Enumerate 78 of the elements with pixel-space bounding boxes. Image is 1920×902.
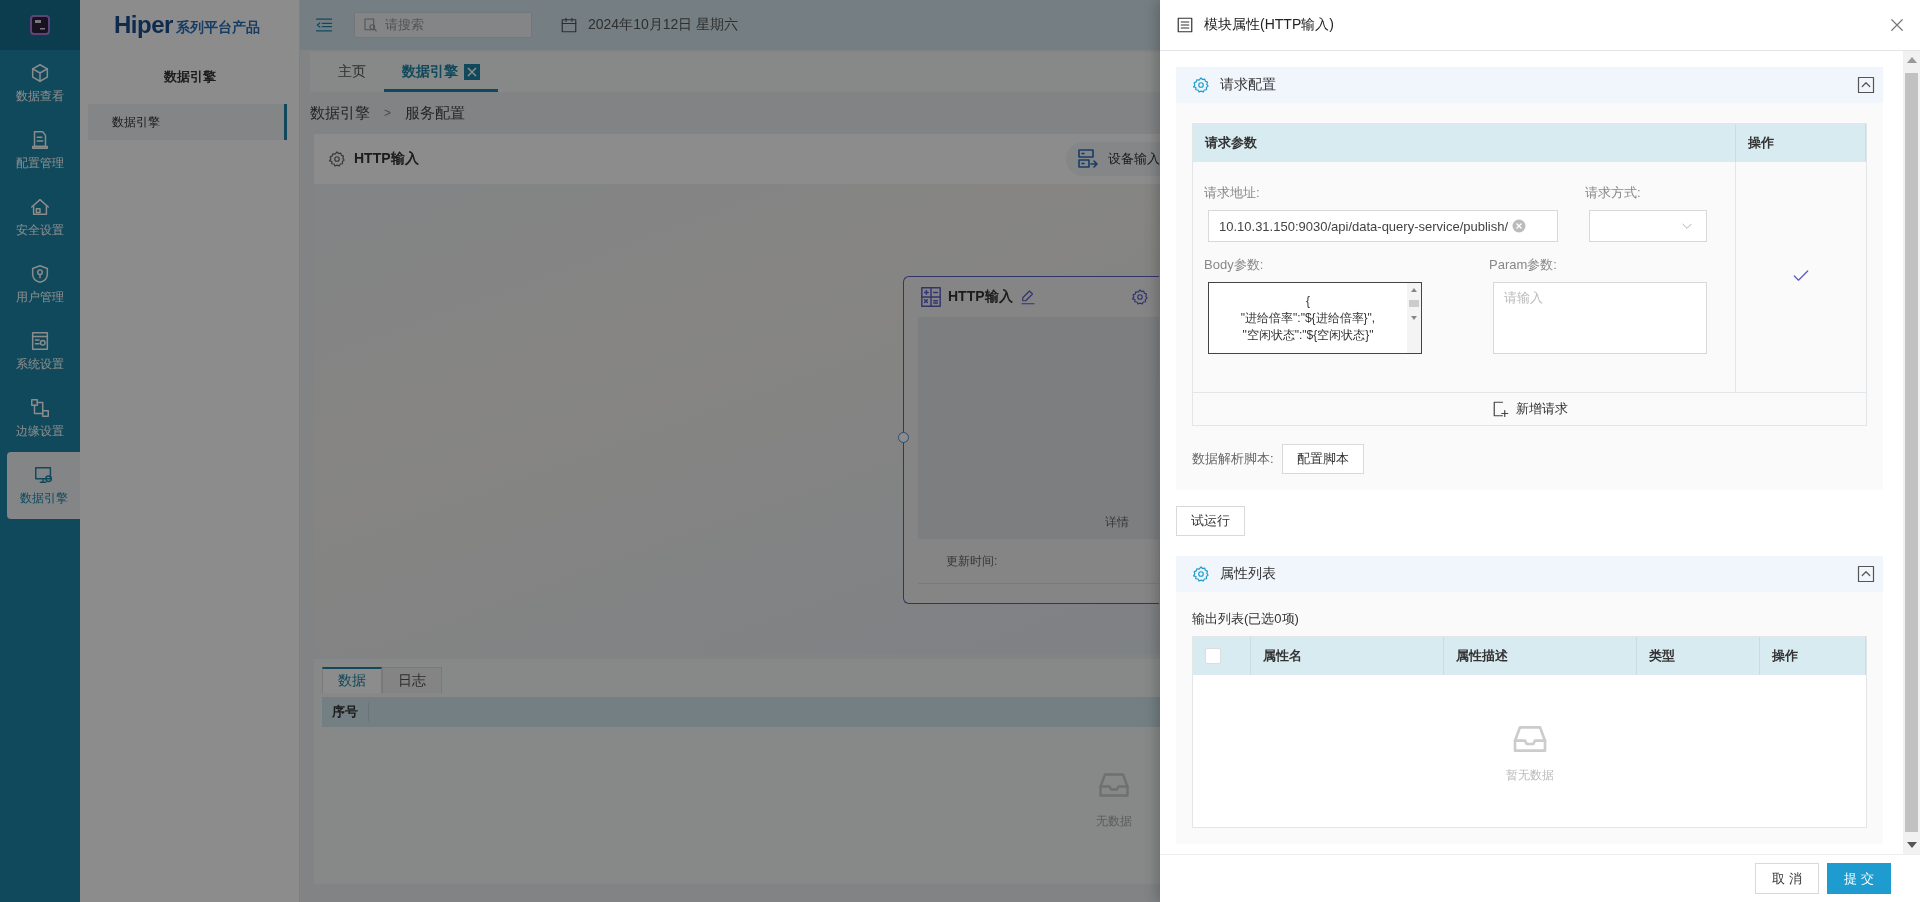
brand-logo: Hiper 系列平台产品 <box>113 10 261 40</box>
nav-rail-item[interactable]: 数据引擎 <box>7 452 80 519</box>
config-script-button[interactable]: 配置脚本 <box>1281 444 1364 474</box>
field-label: Body参数: <box>1204 256 1265 274</box>
section-title: 属性列表 <box>1220 565 1276 583</box>
flow-icon <box>29 397 51 419</box>
gear-icon[interactable] <box>1131 288 1149 306</box>
search-icon <box>363 17 379 33</box>
add-request-button[interactable]: 新增请求 <box>1193 393 1866 425</box>
tab[interactable]: 日志 <box>382 667 442 693</box>
collapse-icon[interactable] <box>1857 76 1875 94</box>
list-icon <box>1176 16 1194 34</box>
column-header: 操作 <box>1760 637 1866 675</box>
empty-text: 暂无数据 <box>1505 766 1554 784</box>
close-icon[interactable] <box>1888 16 1906 34</box>
tab[interactable]: 数据引擎 <box>384 54 498 92</box>
field-label: 数据解析脚本: <box>1192 450 1274 468</box>
column-header: 序号 <box>322 703 369 721</box>
nav-rail-item[interactable]: 用户管理 <box>0 251 80 318</box>
method-select[interactable] <box>1589 210 1707 242</box>
doc-icon <box>29 129 51 151</box>
output-list-summary: 输出列表(已选0项) <box>1191 610 1300 628</box>
device-input-button[interactable]: 设备输入 <box>1066 142 1160 176</box>
calculator-icon <box>920 286 942 308</box>
add-icon <box>1491 400 1510 418</box>
column-header: 类型 <box>1637 637 1760 675</box>
nav-rail-item[interactable]: 系统设置 <box>0 318 80 385</box>
column-header: 操作 <box>1736 124 1866 162</box>
nav-rail-item[interactable]: 安全设置 <box>0 184 80 251</box>
node-title: HTTP输入 <box>948 288 1013 306</box>
collapse-icon[interactable] <box>1857 565 1875 583</box>
shield-icon <box>29 263 51 285</box>
column-header: 属性名 <box>1251 637 1444 675</box>
gear-icon <box>1192 565 1210 583</box>
server-icon <box>1076 147 1100 171</box>
cancel-button[interactable]: 取 消 <box>1755 863 1819 894</box>
url-field[interactable]: 10.10.31.150:9030/api/data-query-service/publish/ <box>1208 210 1558 242</box>
field-label: 请求方式: <box>1585 184 1642 202</box>
nav-rail-item[interactable]: 边缘设置 <box>0 385 80 452</box>
close-icon[interactable] <box>464 63 480 80</box>
column-header: 属性描述 <box>1444 637 1637 675</box>
gear-icon <box>328 150 346 168</box>
connector-port[interactable] <box>898 432 909 443</box>
test-run-button[interactable]: 试运行 <box>1176 506 1245 536</box>
drawer-title: 模块属性(HTTP输入) <box>1204 16 1334 34</box>
app-logo-icon <box>30 15 50 35</box>
gear-icon <box>1192 76 1210 94</box>
menu-title: 数据引擎 <box>162 68 217 86</box>
breadcrumb-separator: > <box>384 106 391 120</box>
scrollbar[interactable] <box>1903 51 1920 854</box>
column-header: 请求参数 <box>1193 124 1736 162</box>
body-textarea[interactable]: { "进给倍率":"${进给倍率}", "空闲状态":"${空闲状态}" <box>1208 282 1422 354</box>
section-title: 请求配置 <box>1220 76 1276 94</box>
update-time-label: 更新时间: <box>918 539 1159 584</box>
house-icon <box>29 196 51 218</box>
side-menu-item[interactable]: 数据引擎 <box>88 104 287 140</box>
calendar-icon <box>560 16 578 34</box>
panel-title: HTTP输入 <box>354 150 419 168</box>
date-text: 2024年10月12日 星期六 <box>588 16 739 34</box>
tab[interactable]: 主页 <box>320 54 384 92</box>
monitor-icon <box>32 464 55 486</box>
edit-icon[interactable] <box>1018 288 1037 306</box>
field-label: Param参数: <box>1489 256 1558 274</box>
tab[interactable]: 数据 <box>322 667 382 693</box>
nav-rail-item[interactable]: 数据查看 <box>0 50 80 117</box>
select-all-checkbox[interactable] <box>1205 648 1221 664</box>
nav-rail-item[interactable]: 配置管理 <box>0 117 80 184</box>
clear-icon[interactable] <box>1512 219 1527 233</box>
param-textarea[interactable]: 请输入 <box>1493 282 1707 354</box>
submit-button[interactable]: 提 交 <box>1827 863 1891 894</box>
breadcrumb-item: 服务配置 <box>405 103 465 123</box>
cube-icon <box>29 62 51 84</box>
breadcrumb-item[interactable]: 数据引擎 <box>310 103 370 123</box>
field-label: 请求地址: <box>1204 184 1261 202</box>
node-card[interactable]: HTTP输入 详情 更新时间: <box>903 276 1159 604</box>
scrollbar-drawing <box>1409 287 1419 321</box>
panel-icon <box>29 330 51 352</box>
detail-link[interactable]: 详情 <box>1105 514 1129 531</box>
